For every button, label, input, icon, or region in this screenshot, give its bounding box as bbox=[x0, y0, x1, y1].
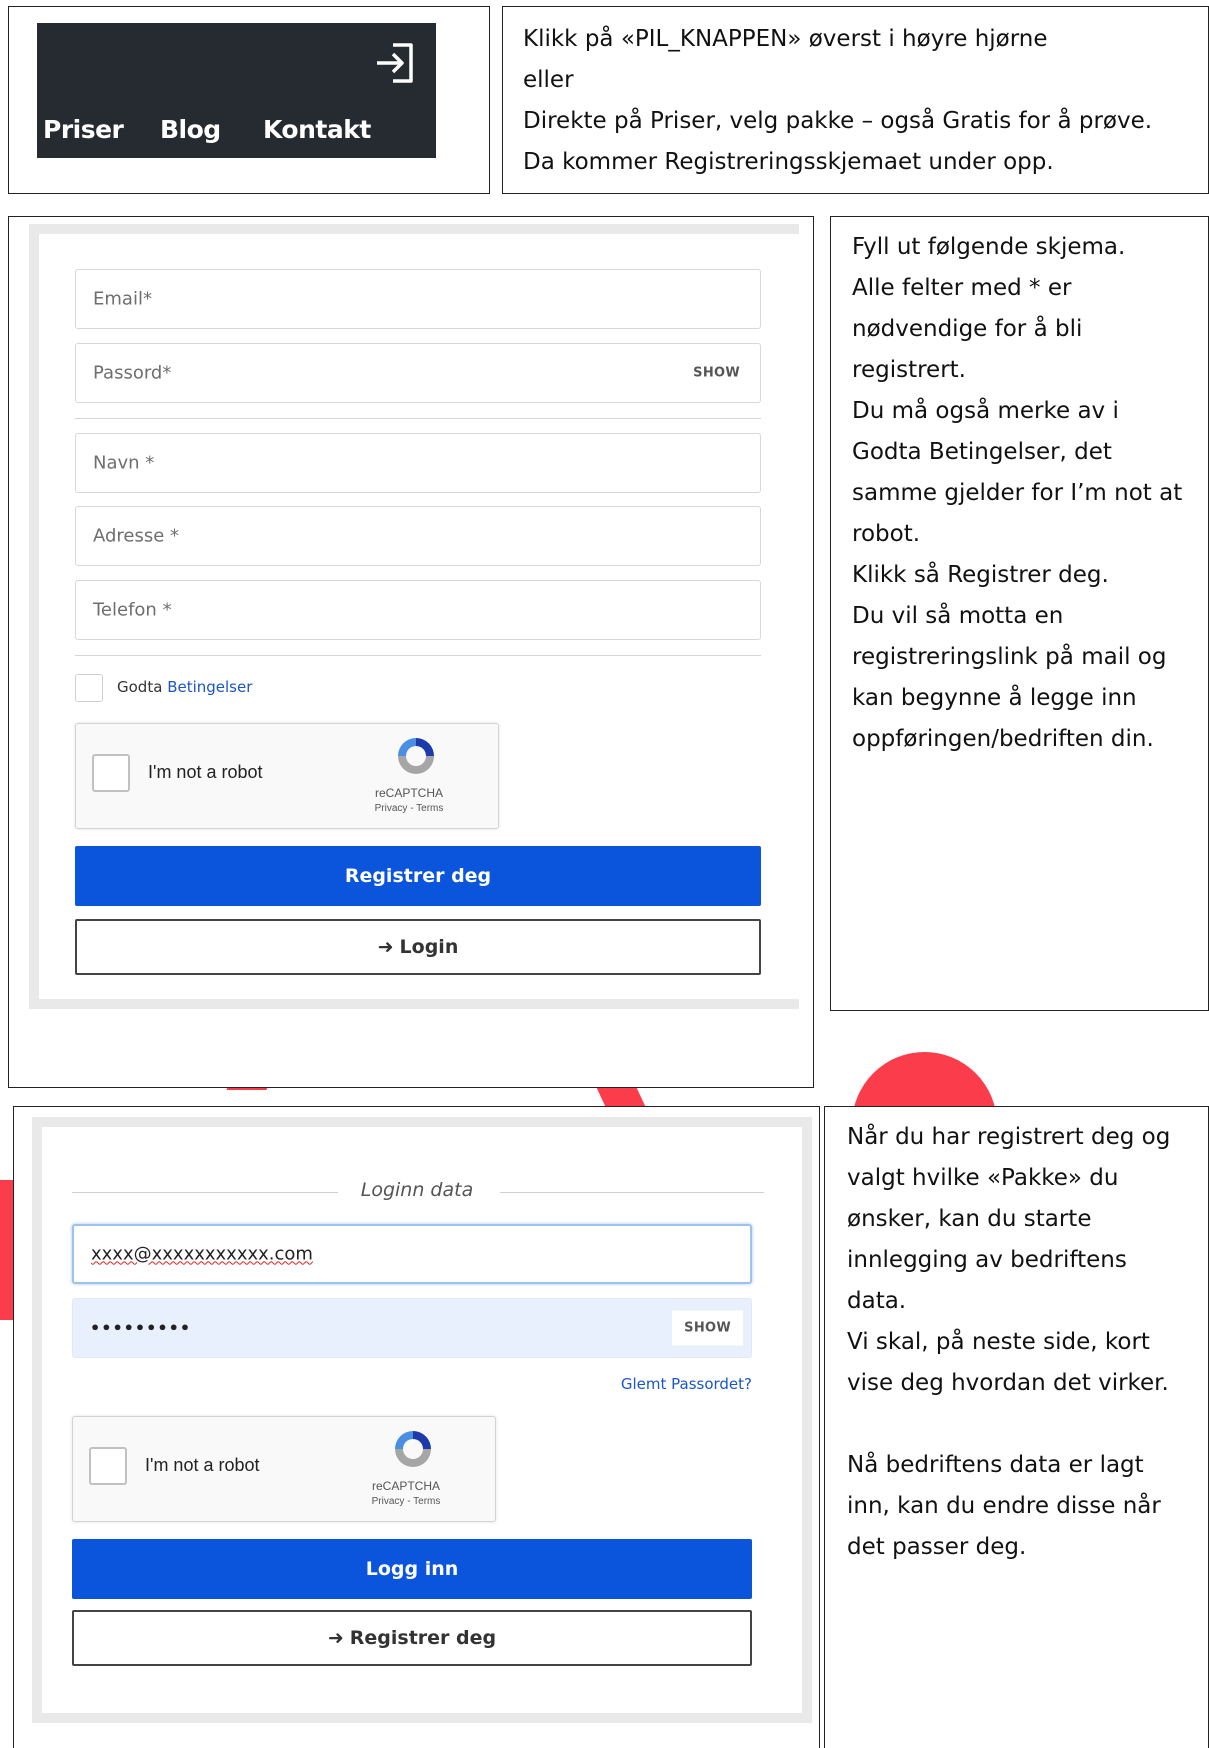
nav-screenshot-box: Priser Blog Kontakt bbox=[8, 6, 490, 194]
instruction-line: Direkte på Priser, velg pakke – også Gra… bbox=[523, 108, 1153, 134]
registration-screenshot-box: Email* Passord* SHOW Navn * Adresse * Te… bbox=[8, 216, 814, 1088]
instruction-box-3: Når du har registrert deg og valgt hvilk… bbox=[824, 1106, 1209, 1748]
instruction-line: Godta Betingelser, det bbox=[852, 439, 1112, 465]
login-password-field[interactable]: ••••••••• SHOW bbox=[72, 1298, 752, 1358]
terms-checkbox[interactable] bbox=[75, 674, 103, 702]
show-password-button[interactable]: SHOW bbox=[693, 366, 740, 381]
instruction-line: oppføringen/bedriften din. bbox=[852, 726, 1154, 752]
instruction-line: nødvendige for å bli bbox=[852, 316, 1083, 342]
sign-in-icon: ➜ bbox=[377, 936, 394, 958]
instruction-line: kan begynne å legge inn bbox=[852, 685, 1137, 711]
instruction-line: robot. bbox=[852, 521, 921, 547]
instruction-box-1: Klikk på «PIL_KNAPPEN» øverst i høyre hj… bbox=[502, 6, 1209, 194]
recaptcha-logo-icon bbox=[398, 738, 434, 774]
instruction-line bbox=[847, 1404, 1208, 1445]
instruction-line: data. bbox=[847, 1288, 907, 1314]
instruction-line: Klikk på «PIL_KNAPPEN» øverst i høyre hj… bbox=[523, 26, 1048, 52]
instruction-line: vise deg hvordan det virker. bbox=[847, 1370, 1169, 1396]
register-link-button[interactable]: ➜ Registrer deg bbox=[72, 1610, 752, 1666]
recaptcha-label: I'm not a robot bbox=[145, 1455, 260, 1475]
forgot-password-link[interactable]: Glemt Passordet? bbox=[621, 1375, 752, 1393]
login-email-field[interactable]: xxxx@xxxxxxxxxxx.com bbox=[72, 1224, 752, 1284]
login-submit-button[interactable]: Logg inn bbox=[72, 1539, 752, 1599]
instruction-line: Du vil så motta en bbox=[852, 603, 1064, 629]
instruction-line: Du må også merke av i bbox=[852, 398, 1119, 424]
instruction-line: innlegging av bedriftens bbox=[847, 1247, 1127, 1273]
login-screenshot-box: Loginn data xxxx@xxxxxxxxxxx.com •••••••… bbox=[13, 1106, 820, 1748]
login-arrow-icon[interactable] bbox=[373, 41, 417, 85]
instruction-line: registrert. bbox=[852, 357, 966, 383]
nav-item-blog[interactable]: Blog bbox=[160, 115, 221, 144]
instruction-line: eller bbox=[523, 67, 574, 93]
registration-form-screenshot: Email* Passord* SHOW Navn * Adresse * Te… bbox=[29, 224, 799, 1009]
recaptcha-links[interactable]: Privacy - Terms bbox=[364, 803, 454, 814]
nav-item-kontakt[interactable]: Kontakt bbox=[263, 115, 371, 144]
instruction-line: ønsker, kan du starte bbox=[847, 1206, 1092, 1232]
instruction-line: Når du har registrert deg og bbox=[847, 1124, 1171, 1150]
instruction-line: Klikk så Registrer deg. bbox=[852, 562, 1109, 588]
divider bbox=[75, 418, 761, 419]
divider bbox=[500, 1192, 764, 1193]
instruction-line: registreringslink på mail og bbox=[852, 644, 1167, 670]
sign-in-icon: ➜ bbox=[327, 1627, 344, 1649]
terms-link[interactable]: Betingelser bbox=[167, 678, 252, 696]
show-password-button[interactable]: SHOW bbox=[672, 1310, 743, 1346]
name-field[interactable]: Navn * bbox=[75, 433, 761, 493]
instruction-line: Nå bedriftens data er lagt bbox=[847, 1452, 1144, 1478]
recaptcha-links[interactable]: Privacy - Terms bbox=[361, 1496, 451, 1507]
recaptcha-widget: I'm not a robot reCAPTCHA Privacy - Term… bbox=[72, 1416, 496, 1522]
nav-item-priser[interactable]: Priser bbox=[43, 115, 124, 144]
instruction-line: Alle felter med * er bbox=[852, 275, 1072, 301]
instruction-line: samme gjelder for I’m not at bbox=[852, 480, 1183, 506]
terms-label: Godta Betingelser bbox=[117, 678, 253, 696]
instruction-line: valgt hvilke «Pakke» du bbox=[847, 1165, 1119, 1191]
divider bbox=[75, 655, 761, 656]
register-button[interactable]: Registrer deg bbox=[75, 846, 761, 906]
recaptcha-widget: I'm not a robot reCAPTCHA Privacy - Term… bbox=[75, 723, 499, 829]
instruction-box-2: Fyll ut følgende skjema. Alle felter med… bbox=[830, 216, 1209, 1011]
instruction-line: det passer deg. bbox=[847, 1534, 1027, 1560]
recaptcha-brand: reCAPTCHA bbox=[371, 1479, 440, 1493]
phone-field[interactable]: Telefon * bbox=[75, 580, 761, 640]
password-field[interactable]: Passord* SHOW bbox=[75, 343, 761, 403]
instruction-line: inn, kan du endre disse når bbox=[847, 1493, 1161, 1519]
login-legend: Loginn data bbox=[360, 1179, 474, 1201]
recaptcha-checkbox[interactable] bbox=[89, 1447, 127, 1485]
recaptcha-checkbox[interactable] bbox=[92, 754, 130, 792]
instruction-line: Fyll ut følgende skjema. bbox=[852, 234, 1126, 260]
login-form-screenshot: Loginn data xxxx@xxxxxxxxxxx.com •••••••… bbox=[32, 1117, 812, 1723]
nav-bar-screenshot: Priser Blog Kontakt bbox=[37, 23, 436, 158]
recaptcha-label: I'm not a robot bbox=[148, 762, 263, 782]
recaptcha-brand: reCAPTCHA bbox=[374, 786, 443, 800]
address-field[interactable]: Adresse * bbox=[75, 506, 761, 566]
divider bbox=[72, 1192, 338, 1193]
instruction-line: Vi skal, på neste side, kort bbox=[847, 1329, 1150, 1355]
email-field[interactable]: Email* bbox=[75, 269, 761, 329]
decorative-red-shape bbox=[0, 1180, 14, 1320]
login-button[interactable]: ➜ Login bbox=[75, 919, 761, 975]
recaptcha-logo-icon bbox=[395, 1431, 431, 1467]
instruction-line: Da kommer Registreringsskjemaet under op… bbox=[523, 149, 1054, 175]
